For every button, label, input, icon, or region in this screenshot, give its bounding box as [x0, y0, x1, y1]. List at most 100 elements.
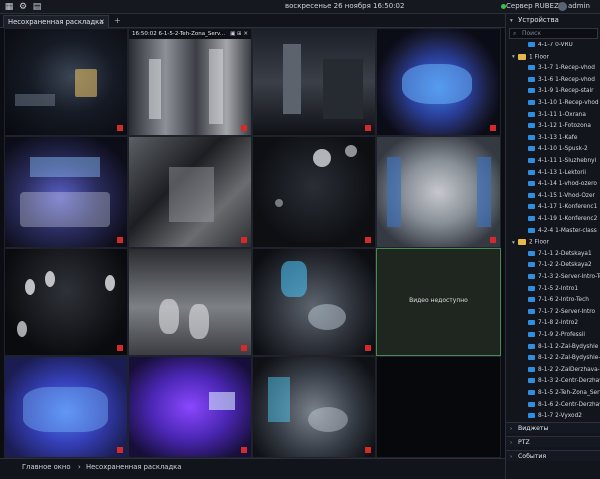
video-unavailable-label: Видео недоступно	[409, 297, 468, 304]
tree-camera-item[interactable]: 7-1-7 2-Server-Intro	[506, 308, 600, 319]
devices-header[interactable]: ▾ Устройства	[506, 14, 600, 26]
tree-folder[interactable]: ▾ 1 Floor	[506, 53, 600, 64]
chevron-right-icon: ›	[510, 426, 513, 432]
tree-item-label: 4-1-17 1-Konferenc1	[538, 204, 598, 211]
camera-icon	[528, 250, 535, 256]
section-events[interactable]: › События	[506, 450, 600, 461]
tree-camera-item[interactable]: 3-1-13 1-Kafe	[506, 134, 600, 145]
chevron-right-icon: ›	[510, 454, 513, 460]
tree-camera-item[interactable]: 4-1-14 1-vhod-ozero	[506, 181, 600, 191]
section-widgets[interactable]: › Виджеты	[506, 422, 600, 433]
tree-camera-item[interactable]: 8-1-1 2-Zal-Bydyshie	[506, 343, 600, 354]
camera-tile-2[interactable]: 16:50:02 6-1-5-2-Teh-Zona_Serv... ▣ ⊞ ✕	[128, 28, 252, 136]
search-icon: ⌕	[513, 30, 517, 37]
camera-icon	[528, 88, 535, 94]
camera-icon	[528, 332, 535, 337]
record-icon	[117, 125, 123, 131]
tile-controls[interactable]: ▣ ⊞ ✕	[230, 31, 248, 37]
tab-unsaved-layout[interactable]: Несохраненная раскладка ✕	[3, 15, 109, 28]
camera-tile-13[interactable]	[4, 356, 128, 458]
add-tab-icon[interactable]: +	[114, 16, 121, 25]
tree-camera-item[interactable]: 4-2-4 1-Master-class	[506, 227, 600, 238]
camera-tile-7[interactable]	[252, 136, 376, 248]
camera-tile-11[interactable]	[252, 248, 376, 356]
server-label[interactable]: Сервер RUBEZH	[506, 2, 564, 10]
camera-tile-14[interactable]	[128, 356, 252, 458]
camera-tile-12[interactable]: Видео недоступно	[376, 248, 501, 356]
user-label[interactable]: admin	[568, 2, 590, 10]
top-bar: ▦ ⚙ ▤ воскресенье 26 ноября 16:50:02 Сер…	[0, 0, 600, 14]
tree-camera-item[interactable]: 3-1-7 1-Recep-vhod	[506, 65, 600, 75]
camera-icon	[528, 216, 535, 221]
tree-camera-item[interactable]: 8-1-3 2-Centr-Derzhava	[506, 378, 600, 388]
tree-camera-item[interactable]: 4-1-17 1-Konferenc1	[506, 204, 600, 214]
camera-icon	[528, 320, 535, 326]
tree-camera-item[interactable]: 3-1-6 1-Recep-vhod	[506, 76, 600, 87]
tree-camera-item[interactable]: 4-1-19 1-Konferenc2	[506, 216, 600, 226]
tree-camera-item[interactable]: 4-1-15 1-Vhod-Ozer	[506, 192, 600, 203]
search-input[interactable]: ⌕ Поиск	[509, 28, 598, 39]
camera-tile-4[interactable]	[376, 28, 501, 136]
tree-camera-item[interactable]: 3-1-12 1-Fotozona	[506, 123, 600, 133]
record-icon	[365, 447, 371, 453]
camera-icon	[528, 227, 535, 233]
layout-icon[interactable]: ▤	[32, 2, 42, 12]
close-icon[interactable]: ✕	[99, 18, 105, 26]
tree-camera-item[interactable]: 8-1-5 2-Teh-Zona_Server	[506, 390, 600, 400]
camera-tile-9[interactable]	[4, 248, 128, 356]
tree-camera-item[interactable]: 7-1-9 2-Professii	[506, 332, 600, 342]
tree-camera-item[interactable]: 8-1-6 2-Centr-Derzhava2	[506, 401, 600, 412]
camera-tile-8[interactable]	[376, 136, 501, 248]
tree-item-label: 3-1-6 1-Recep-vhod	[538, 76, 595, 83]
camera-tile-10[interactable]	[128, 248, 252, 356]
camera-icon	[528, 390, 535, 395]
tree-camera-item[interactable]: 8-1-2 2-ZalDerzhava-trib	[506, 366, 600, 377]
tree-camera-item[interactable]: 7-1-5 2-Intro1	[506, 285, 600, 296]
record-icon	[490, 125, 496, 131]
tree-folder[interactable]: ▾ 2 Floor	[506, 239, 600, 249]
record-icon	[241, 237, 247, 243]
camera-icon	[528, 401, 535, 407]
tree-item-label: 8-1-2 2-Zal-Bydyshie-trib	[538, 355, 600, 362]
tree-camera-item[interactable]: 7-1-3 2-Server-Intro-Tech	[506, 274, 600, 284]
tree-item-label: 3-1-7 1-Recep-vhod	[538, 65, 595, 72]
tree-camera-item[interactable]: 7-1-8 2-Intro2	[506, 320, 600, 330]
crumb-layout[interactable]: Несохраненная раскладка	[86, 463, 181, 471]
camera-tile-16[interactable]	[376, 356, 501, 458]
record-icon	[241, 447, 247, 453]
camera-tile-6[interactable]	[128, 136, 252, 248]
camera-title: 16:50:02 6-1-5-2-Teh-Zona_Serv...	[132, 31, 226, 37]
tree-item-label: 4-1-11 1-Sluzhebnyi	[538, 158, 597, 164]
crumb-main-window[interactable]: Главное окно	[22, 463, 70, 471]
user-avatar-icon[interactable]	[558, 2, 567, 11]
tree-camera-item[interactable]: 7-1-2 2-Detskaya2	[506, 262, 600, 272]
grid-icon[interactable]: ▦	[4, 2, 14, 12]
tree-camera-item[interactable]: 4-1-11 1-Sluzhebnyi	[506, 158, 600, 168]
tree-item-label: 8-1-3 2-Centr-Derzhava	[538, 378, 600, 385]
camera-tile-3[interactable]	[252, 28, 376, 136]
tree-item-label: 4-2-4 1-Master-class	[538, 227, 597, 234]
tree-camera-item[interactable]: 4-1-13 1-Lektorii	[506, 169, 600, 180]
camera-tile-5[interactable]	[4, 136, 128, 248]
camera-icon	[528, 181, 535, 187]
tree-camera-item[interactable]: 4-1-7 0-VRU	[506, 42, 600, 52]
camera-tile-15[interactable]	[252, 356, 376, 458]
camera-tile-1[interactable]	[4, 28, 128, 136]
record-icon	[365, 345, 371, 351]
tree-item-label: 8-1-6 2-Centr-Derzhava2	[538, 401, 600, 408]
tree-item-label: 7-1-2 2-Detskaya2	[538, 262, 592, 269]
tree-camera-item[interactable]: 3-1-11 1-Oxrana	[506, 111, 600, 122]
device-tree: 4-1-7 0-VRU ▾ 1 Floor 3-1-7 1-Recep-vhod 3-1…	[506, 42, 600, 430]
tree-camera-item[interactable]: 4-1-10 1-Spusk-2	[506, 146, 600, 156]
camera-icon	[528, 158, 535, 163]
tree-camera-item[interactable]: 7-1-1 2-Detskaya1	[506, 250, 600, 261]
tree-camera-item[interactable]: 3-1-9 1-Recep-stair	[506, 88, 600, 98]
camera-icon	[528, 169, 535, 175]
tree-item-label: 3-1-10 1-Recep-vhod	[538, 100, 599, 106]
tree-camera-item[interactable]: 8-1-2 2-Zal-Bydyshie-trib	[506, 355, 600, 365]
tree-camera-item[interactable]: 3-1-10 1-Recep-vhod	[506, 100, 600, 110]
tree-item-label: 7-1-1 2-Detskaya1	[538, 250, 592, 257]
tree-camera-item[interactable]: 7-1-6 2-Intro-Tech	[506, 297, 600, 307]
gear-icon[interactable]: ⚙	[18, 2, 28, 12]
section-ptz[interactable]: › PTZ	[506, 436, 600, 447]
